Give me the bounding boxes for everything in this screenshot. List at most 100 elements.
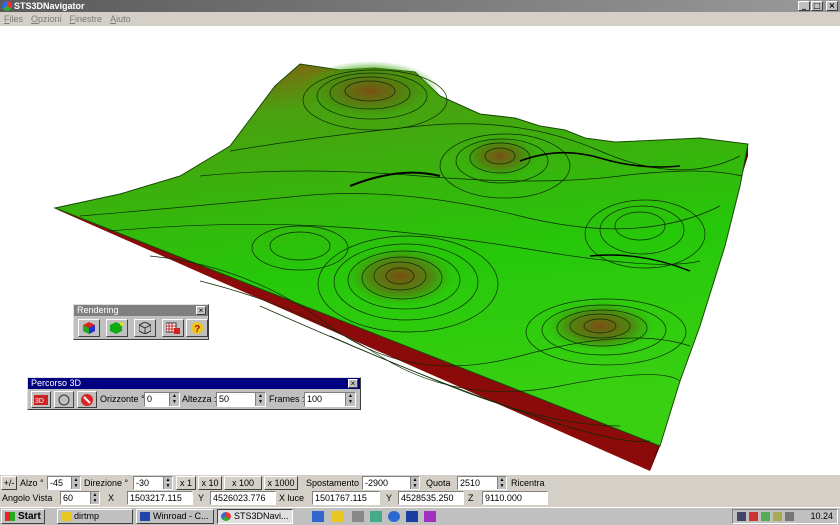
quicklaunch-word-icon[interactable] bbox=[406, 511, 418, 522]
altezza-spinner[interactable]: ▲ ▼ bbox=[255, 393, 265, 406]
plus-minus-button[interactable]: +/- bbox=[1, 476, 17, 490]
window-titlebar: STS3DNavigator _ □ × bbox=[0, 0, 840, 12]
x-input[interactable]: 1503217.115 bbox=[127, 491, 193, 505]
x-label: X bbox=[108, 493, 115, 503]
frames-spinner[interactable]: ▲ ▼ bbox=[345, 393, 355, 406]
y-value: 4526023.776 bbox=[213, 493, 266, 503]
navigation-panel: +/- Alzo ° -45 ▲ ▼ Direzione ° -30 ▲ ▼ x 1 x… bbox=[0, 474, 840, 507]
close-button[interactable]: × bbox=[826, 1, 838, 11]
direzione-spinner[interactable]: ▲ ▼ bbox=[163, 477, 172, 489]
altezza-input[interactable]: 50 ▲ ▼ bbox=[216, 392, 266, 407]
alzo-spinner[interactable]: ▲ ▼ bbox=[71, 477, 80, 489]
path-loop-button[interactable] bbox=[54, 391, 74, 408]
altezza-label: Altezza : bbox=[182, 394, 217, 404]
circle-path-icon bbox=[58, 394, 70, 405]
menu-bar: Files Opzioni Finestre Aiuto bbox=[0, 12, 840, 26]
help-button[interactable]: ? bbox=[186, 319, 208, 337]
task-sts3dnavigator[interactable]: STS3DNavi... bbox=[217, 509, 293, 524]
frames-input[interactable]: 100 ▲ ▼ bbox=[304, 392, 356, 407]
hill-shading bbox=[345, 246, 455, 306]
percorso-toolbar[interactable]: Percorso 3D × 3D Orizzonte ° 0 ▲ ▼ Altezz… bbox=[27, 377, 361, 410]
scale-x1000-button[interactable]: x 1000 bbox=[264, 476, 298, 490]
z-value: 9110.000 bbox=[485, 493, 522, 503]
scale-x100-button[interactable]: x 100 bbox=[224, 476, 262, 490]
orizzonte-value: 0 bbox=[147, 394, 153, 404]
tray-volume-icon[interactable] bbox=[785, 512, 794, 521]
render-export-button[interactable] bbox=[162, 319, 184, 337]
spostamento-value: -2900 bbox=[365, 478, 389, 488]
app-icon bbox=[2, 1, 12, 11]
path-record-button[interactable]: 3D bbox=[31, 391, 51, 408]
spostamento-spinner[interactable]: ▲ ▼ bbox=[410, 477, 419, 489]
folder-icon bbox=[61, 512, 71, 521]
grid-image-icon bbox=[166, 322, 180, 334]
hill-shading bbox=[460, 134, 540, 178]
svg-text:?: ? bbox=[194, 324, 200, 334]
direzione-value: -30 bbox=[136, 478, 150, 488]
rendering-toolbar[interactable]: Rendering × ? bbox=[73, 304, 209, 340]
clock: 10.24 bbox=[810, 511, 833, 521]
rendering-close-button[interactable]: × bbox=[196, 306, 206, 315]
z-input[interactable]: 9110.000 bbox=[482, 491, 548, 505]
alzo-input[interactable]: -45 ▲ ▼ bbox=[47, 476, 81, 490]
tray-monitor-icon[interactable] bbox=[737, 512, 746, 521]
render-shaded-button[interactable] bbox=[78, 319, 100, 337]
menu-finestre[interactable]: Finestre bbox=[70, 12, 103, 26]
frames-value: 100 bbox=[307, 394, 323, 404]
task-label: dirtmp bbox=[74, 511, 100, 521]
angolo-vista-input[interactable]: 60 ▲ ▼ bbox=[60, 491, 100, 505]
frames-label: Frames : bbox=[269, 394, 305, 404]
quota-value: 2510 bbox=[460, 478, 481, 488]
z-label: Z bbox=[468, 493, 474, 503]
task-dirtmp[interactable]: dirtmp bbox=[57, 509, 133, 524]
y-input[interactable]: 4526023.776 bbox=[210, 491, 276, 505]
x-luce-input[interactable]: 1501767.115 bbox=[312, 491, 380, 505]
y-luce-input[interactable]: 4528535.250 bbox=[398, 491, 464, 505]
quota-input[interactable]: 2510 ▲ ▼ bbox=[457, 476, 507, 490]
direzione-input[interactable]: -30 ▲ ▼ bbox=[133, 476, 173, 490]
scale-x10-button[interactable]: x 10 bbox=[198, 476, 222, 490]
cube-wireframe-icon bbox=[139, 322, 151, 334]
task-label: Winroad - C... bbox=[153, 511, 209, 521]
ricentra-button[interactable]: Ricentra bbox=[511, 476, 545, 490]
quicklaunch-desktop-icon[interactable] bbox=[312, 511, 324, 522]
orizzonte-label: Orizzonte ° bbox=[100, 394, 145, 404]
quicklaunch-tool-icon[interactable] bbox=[352, 511, 364, 522]
menu-aiuto[interactable]: Aiuto bbox=[110, 12, 131, 26]
quicklaunch-network-icon[interactable] bbox=[370, 511, 382, 522]
x-luce-value: 1501767.115 bbox=[315, 493, 367, 503]
quicklaunch-media-icon[interactable] bbox=[424, 511, 436, 522]
orizzonte-input[interactable]: 0 ▲ ▼ bbox=[144, 392, 180, 407]
orizzonte-spinner[interactable]: ▲ ▼ bbox=[169, 393, 179, 406]
render-light-button[interactable] bbox=[106, 319, 128, 337]
alzo-label: Alzo ° bbox=[20, 478, 44, 488]
tray-antivirus-icon[interactable] bbox=[749, 512, 758, 521]
hill-shading bbox=[545, 301, 655, 351]
y-luce-label: Y bbox=[386, 493, 393, 503]
maximize-button[interactable]: □ bbox=[811, 1, 823, 11]
x-luce-label: X luce bbox=[279, 493, 305, 503]
path-record-icon: 3D bbox=[34, 394, 48, 405]
spostamento-input[interactable]: -2900 ▲ ▼ bbox=[362, 476, 420, 490]
quicklaunch-explorer-icon[interactable] bbox=[332, 511, 344, 522]
svg-text:3D: 3D bbox=[35, 398, 44, 405]
quota-spinner[interactable]: ▲ ▼ bbox=[497, 477, 506, 489]
start-button[interactable]: Start bbox=[1, 509, 45, 524]
percorso-close-button[interactable]: × bbox=[348, 379, 358, 388]
alzo-value: -45 bbox=[50, 478, 64, 488]
tray-app-icon[interactable] bbox=[773, 512, 782, 521]
task-winroad[interactable]: Winroad - C... bbox=[136, 509, 214, 524]
menu-files[interactable]: Files bbox=[4, 12, 23, 26]
windows-logo-icon bbox=[5, 512, 15, 521]
scale-x1-button[interactable]: x 1 bbox=[176, 476, 196, 490]
render-wireframe-button[interactable] bbox=[134, 319, 156, 337]
sts3d-icon bbox=[221, 512, 231, 521]
minimize-button[interactable]: _ bbox=[798, 1, 810, 11]
quicklaunch-ie-icon[interactable] bbox=[388, 511, 400, 522]
menu-opzioni[interactable]: Opzioni bbox=[31, 12, 62, 26]
cube-color-icon bbox=[83, 322, 95, 334]
tray-network-icon[interactable] bbox=[761, 512, 770, 521]
path-stop-button[interactable] bbox=[77, 391, 97, 408]
angolo-vista-spinner[interactable]: ▲ ▼ bbox=[90, 492, 99, 504]
spostamento-label: Spostamento bbox=[306, 478, 360, 488]
